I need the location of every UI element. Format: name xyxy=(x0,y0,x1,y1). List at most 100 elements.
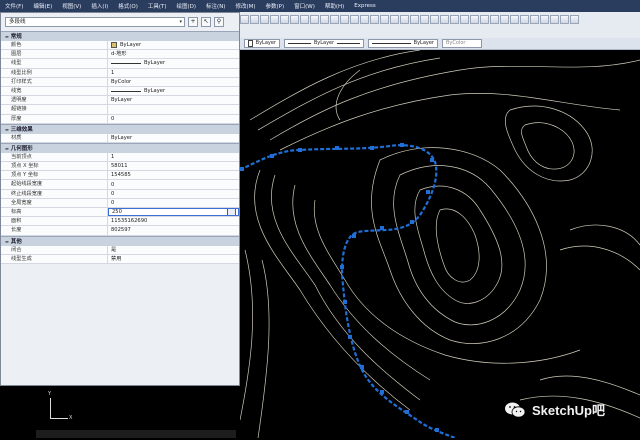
property-value[interactable]: 0 xyxy=(108,190,239,198)
toolbar-button[interactable] xyxy=(300,15,309,24)
property-value[interactable]: ByLayer xyxy=(108,41,239,49)
toolbar-button[interactable] xyxy=(560,15,569,24)
property-value[interactable]: 154585 xyxy=(108,171,239,179)
toolbar-button[interactable] xyxy=(240,15,249,24)
property-value[interactable]: 1 xyxy=(108,153,239,161)
toolbar-button[interactable] xyxy=(440,15,449,24)
property-row[interactable]: 颜色 ByLayer xyxy=(1,41,239,51)
toolbar-button[interactable] xyxy=(450,15,459,24)
property-value[interactable]: 禁用 xyxy=(108,255,239,263)
object-type-select[interactable]: 多段线 xyxy=(5,17,185,27)
toolbar-button[interactable] xyxy=(500,15,509,24)
toolbar-button[interactable] xyxy=(290,15,299,24)
menu-item[interactable]: 窗口(W) xyxy=(289,2,320,10)
toolbar-button[interactable] xyxy=(330,15,339,24)
property-value[interactable]: 58011 xyxy=(108,162,239,170)
toolbar-button[interactable] xyxy=(320,15,329,24)
quick-select-button[interactable]: ⚲ xyxy=(214,17,224,27)
property-value[interactable]: 0 xyxy=(108,180,239,188)
linetype-control-combo[interactable]: ByLayer xyxy=(284,39,364,48)
toolbar-button[interactable] xyxy=(280,15,289,24)
property-value[interactable]: 802597 xyxy=(108,226,239,234)
section-header[interactable]: 常规 xyxy=(1,31,239,41)
toolbar-button[interactable] xyxy=(410,15,419,24)
property-row[interactable]: 图层 d-地形 xyxy=(1,50,239,60)
lineweight-control-combo[interactable]: ByLayer xyxy=(368,39,438,48)
property-row[interactable]: 全局宽度 0 xyxy=(1,198,239,208)
toggle-pickadd-button[interactable]: + xyxy=(188,17,198,27)
property-value[interactable]: 1 xyxy=(108,69,239,77)
toolbar-button[interactable] xyxy=(310,15,319,24)
property-row[interactable]: 打印样式 ByColor xyxy=(1,77,239,87)
property-row[interactable]: 线型比例 1 xyxy=(1,68,239,78)
toolbar-button[interactable] xyxy=(480,15,489,24)
toolbar-button[interactable] xyxy=(370,15,379,24)
property-row[interactable]: 当前顶点 1 xyxy=(1,152,239,163)
toolbar-button[interactable] xyxy=(350,15,359,24)
property-value[interactable]: ByColor xyxy=(108,78,239,86)
menu-item[interactable]: Express xyxy=(349,3,380,9)
toolbar-button[interactable] xyxy=(430,15,439,24)
toolbar-button[interactable] xyxy=(340,15,349,24)
property-row[interactable]: 线宽 ByLayer xyxy=(1,86,239,97)
menu-item[interactable]: 格式(O) xyxy=(113,2,143,10)
toolbar-button[interactable] xyxy=(520,15,529,24)
layout-tabs-strip[interactable] xyxy=(36,430,236,438)
property-value[interactable]: ByLayer xyxy=(108,87,239,95)
toolbar-button[interactable] xyxy=(380,15,389,24)
toolbar-button[interactable] xyxy=(400,15,409,24)
property-value[interactable]: 是 xyxy=(108,246,239,254)
property-row[interactable]: 闭合是 xyxy=(1,245,239,255)
property-value[interactable] xyxy=(108,105,239,113)
property-row[interactable]: 超链接 xyxy=(1,105,239,115)
property-row[interactable]: 面积 11535162690 xyxy=(1,217,239,227)
toolbar-button[interactable] xyxy=(470,15,479,24)
menu-item[interactable]: 编辑(E) xyxy=(28,2,57,10)
toolbar-button[interactable] xyxy=(530,15,539,24)
property-row[interactable]: 线型生成 禁用 xyxy=(1,254,239,264)
property-row[interactable]: 厚度 0 xyxy=(1,114,239,124)
property-row[interactable]: 材质 ByLayer xyxy=(1,133,239,143)
property-row[interactable]: 标高 250 xyxy=(1,208,239,218)
menu-item[interactable]: 绘图(D) xyxy=(172,2,202,10)
property-value[interactable]: 250 xyxy=(108,208,239,217)
menu-item[interactable]: 视图(V) xyxy=(57,2,86,10)
toolbar-button[interactable] xyxy=(270,15,279,24)
drawing-canvas[interactable] xyxy=(239,49,640,440)
toolbar-button[interactable] xyxy=(390,15,399,24)
toolbar-button[interactable] xyxy=(260,15,269,24)
property-value[interactable]: ByLayer xyxy=(108,134,239,142)
property-row[interactable]: 顶点 Y 坐标 154585 xyxy=(1,171,239,181)
property-value[interactable]: ByLayer xyxy=(108,96,239,104)
toolbar-button[interactable] xyxy=(510,15,519,24)
menu-item[interactable]: 插入(I) xyxy=(86,2,113,10)
menu-item[interactable]: 文件(F) xyxy=(0,2,28,10)
property-value[interactable]: 11535162690 xyxy=(108,217,239,225)
menu-item[interactable]: 帮助(H) xyxy=(320,2,349,10)
section-header[interactable]: 三维效果 xyxy=(1,123,239,134)
plotstyle-control-combo[interactable]: ByColor xyxy=(442,39,482,48)
menu-item[interactable]: 工具(T) xyxy=(143,2,172,10)
menu-item[interactable]: 参数(P) xyxy=(261,2,290,10)
section-header[interactable]: 几何图形 xyxy=(1,142,239,153)
property-value[interactable]: 0 xyxy=(108,199,239,207)
calculator-icon[interactable] xyxy=(227,209,236,216)
property-row[interactable]: 线型 ByLayer xyxy=(1,59,239,69)
toolbar-button[interactable] xyxy=(550,15,559,24)
toolbar-button[interactable] xyxy=(420,15,429,24)
property-value[interactable]: d-地形 xyxy=(108,50,239,58)
toolbar-button[interactable] xyxy=(360,15,369,24)
select-objects-button[interactable]: ↖ xyxy=(201,17,211,27)
property-value[interactable]: 0 xyxy=(108,115,239,123)
layer-control-combo[interactable]: ByLayer xyxy=(244,39,280,48)
property-row[interactable]: 起始线段宽度 0 xyxy=(1,180,239,190)
property-row[interactable]: 长度 802597 xyxy=(1,226,239,236)
toolbar-button[interactable] xyxy=(250,15,259,24)
menu-item[interactable]: 修改(M) xyxy=(230,2,260,10)
section-header[interactable]: 其他 xyxy=(1,235,239,246)
toolbar-button[interactable] xyxy=(460,15,469,24)
toolbar-button[interactable] xyxy=(540,15,549,24)
property-row[interactable]: 顶点 X 坐标 58011 xyxy=(1,162,239,172)
toolbar-button[interactable] xyxy=(570,15,579,24)
property-value[interactable]: ByLayer xyxy=(108,59,239,67)
